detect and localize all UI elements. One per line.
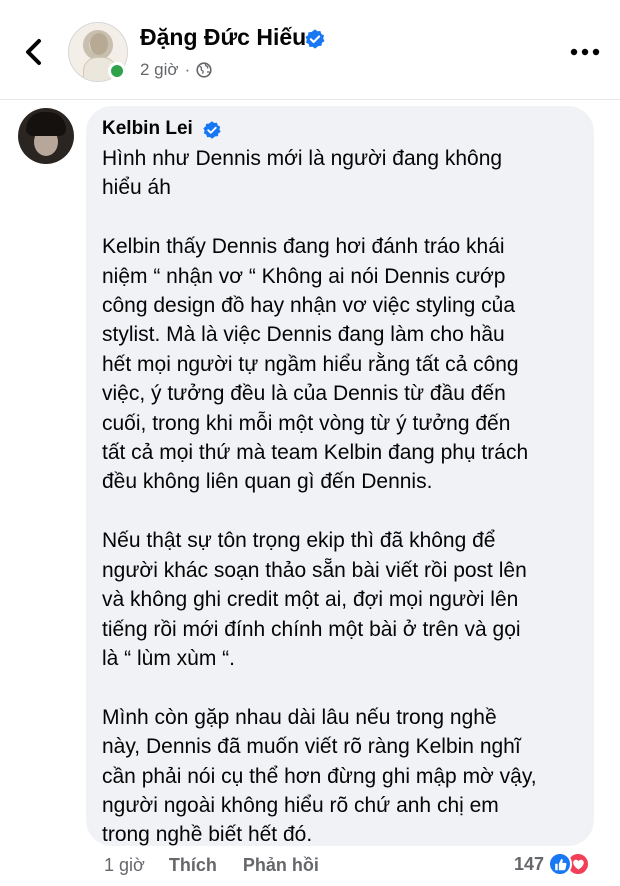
chevron-left-icon[interactable] [18,34,48,70]
globe-icon [196,62,212,78]
commenter-avatar[interactable] [18,108,74,164]
comment-text: Hình như Dennis mới là người đang không … [102,147,537,847]
comment-time[interactable]: 1 giờ [104,855,145,876]
like-icon [548,852,573,876]
post-time[interactable]: 2 giờ [140,60,179,80]
separator-dot: · [184,60,191,79]
more-horizontal-icon[interactable] [568,42,602,62]
post-header: Đặng Đức Hiếu 2 giờ · [0,0,620,100]
like-button[interactable]: Thích [169,855,217,876]
reply-button[interactable]: Phản hồi [243,855,319,876]
avatar-head [90,33,108,55]
comment-actions: 1 giờ Thích Phản hồi [104,855,345,876]
reaction-summary[interactable]: 147 [514,852,591,876]
post-meta: 2 giờ · [140,60,212,80]
author-name[interactable]: Đặng Đức Hiếu [140,24,306,51]
avatar-hair [26,112,66,136]
reaction-count: 147 [514,853,545,874]
verified-badge-icon [203,121,221,139]
online-status-dot [108,62,126,80]
verified-badge-icon [305,29,325,49]
commenter-name[interactable]: Kelbin Lei [102,118,193,140]
